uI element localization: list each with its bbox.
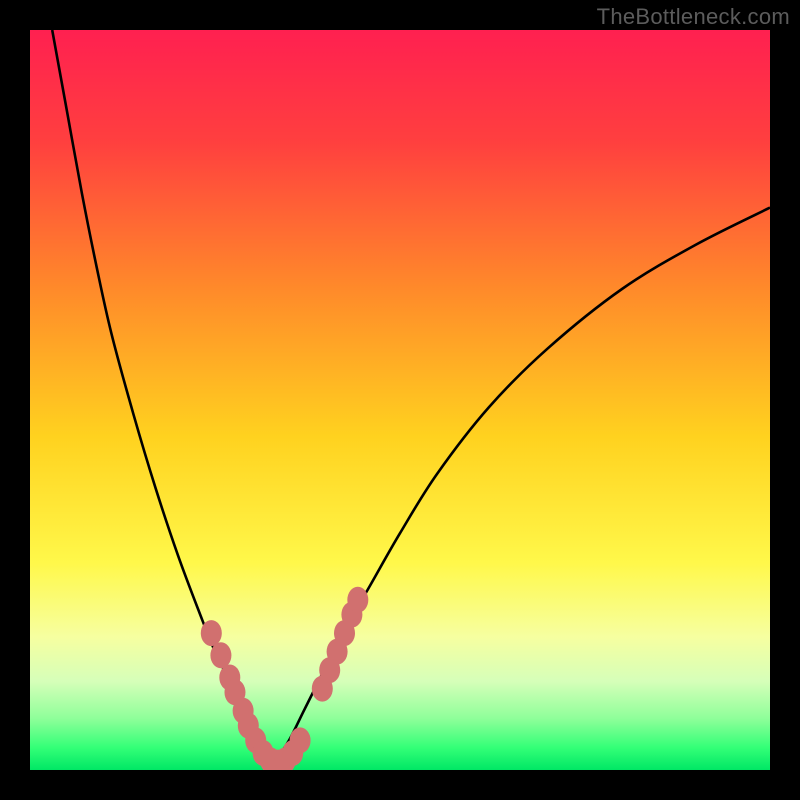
marker-cluster <box>201 587 369 770</box>
marker-dot <box>290 727 311 753</box>
chart-frame: TheBottleneck.com <box>0 0 800 800</box>
marker-dot <box>347 587 368 613</box>
marker-dot <box>210 642 231 668</box>
watermark-text: TheBottleneck.com <box>597 4 790 30</box>
chart-curves <box>30 30 770 770</box>
plot-area <box>30 30 770 770</box>
marker-dot <box>201 620 222 646</box>
curve-left-branch <box>52 30 274 763</box>
curve-right-branch <box>274 208 770 763</box>
